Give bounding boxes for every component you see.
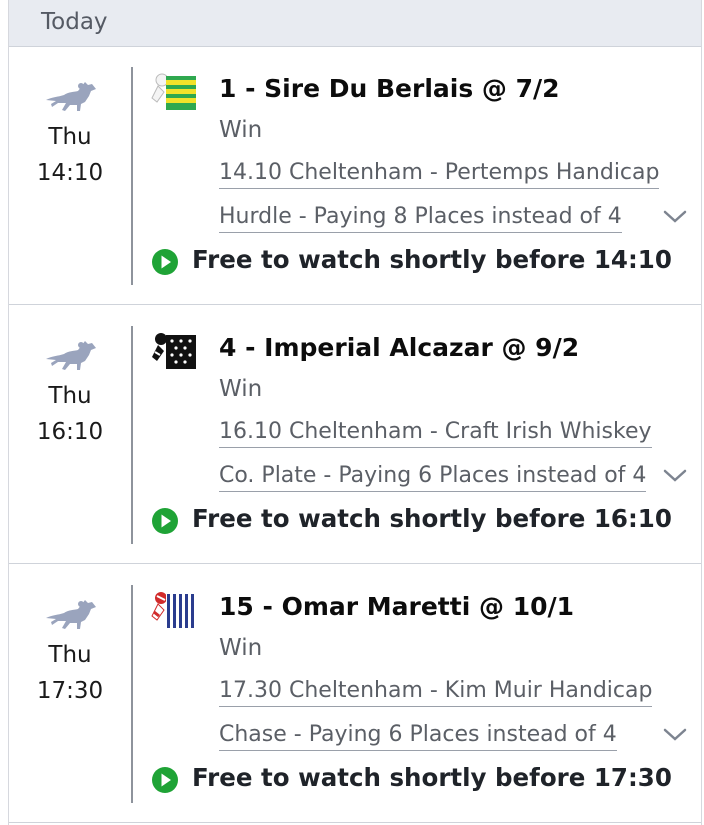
- horse-racing-icon: [46, 600, 96, 629]
- selection-title: 1 - Sire Du Berlais @ 7/2: [219, 74, 560, 103]
- section-header-label: Today: [41, 9, 108, 35]
- bet-card[interactable]: Thu 16:10 4 - Imperial Alcazar @ 9/2 Win…: [9, 306, 701, 564]
- vertical-divider: [131, 67, 133, 285]
- watch-link[interactable]: Free to watch shortly before 16:10: [192, 504, 672, 533]
- horse-racing-icon: [46, 82, 96, 111]
- horse-racing-icon: [46, 341, 96, 370]
- play-icon[interactable]: [151, 766, 179, 794]
- event-link[interactable]: 16.10 Cheltenham - Craft Irish Whiskey: [219, 419, 652, 448]
- race-time: 17:30: [36, 678, 104, 704]
- chevron-down-icon[interactable]: [662, 207, 688, 225]
- race-day: Thu: [48, 383, 92, 409]
- vertical-divider: [131, 326, 133, 544]
- black-white-spots-silk-icon: [152, 333, 196, 369]
- chevron-down-icon[interactable]: [662, 725, 688, 743]
- bet-type: Win: [219, 376, 263, 402]
- race-time: 14:10: [36, 160, 104, 186]
- blue-white-stripes-red-cap-silk-icon: [151, 592, 196, 628]
- section-header-today: Today: [9, 0, 701, 47]
- event-link[interactable]: 14.10 Cheltenham - Pertemps Handicap: [219, 160, 660, 189]
- bet-card[interactable]: Thu 17:30 15 - Omar Maretti @ 10/1 Win 1…: [9, 565, 701, 823]
- race-day: Thu: [48, 124, 92, 150]
- event-link-continued[interactable]: Chase - Paying 6 Places instead of 4: [219, 722, 617, 751]
- event-link-continued[interactable]: Hurdle - Paying 8 Places instead of 4: [219, 204, 622, 233]
- watch-link[interactable]: Free to watch shortly before 17:30: [192, 763, 672, 792]
- play-icon[interactable]: [151, 248, 179, 276]
- chevron-down-icon[interactable]: [662, 466, 688, 484]
- watch-link[interactable]: Free to watch shortly before 14:10: [192, 245, 672, 274]
- green-yellow-hoops-silk-icon: [151, 73, 196, 110]
- play-icon[interactable]: [151, 507, 179, 535]
- selection-title: 15 - Omar Maretti @ 10/1: [219, 592, 575, 621]
- race-time: 16:10: [36, 419, 104, 445]
- bets-list: Today Thu 14:10 1 - Sire Du Berlais @ 7/…: [8, 0, 702, 825]
- event-link-continued[interactable]: Co. Plate - Paying 6 Places instead of 4: [219, 463, 647, 492]
- bet-type: Win: [219, 635, 263, 661]
- bet-type: Win: [219, 117, 263, 143]
- bet-card[interactable]: Thu 14:10 1 - Sire Du Berlais @ 7/2 Win …: [9, 47, 701, 305]
- vertical-divider: [131, 585, 133, 803]
- selection-title: 4 - Imperial Alcazar @ 9/2: [219, 333, 580, 362]
- race-day: Thu: [48, 642, 92, 668]
- event-link[interactable]: 17.30 Cheltenham - Kim Muir Handicap: [219, 678, 653, 707]
